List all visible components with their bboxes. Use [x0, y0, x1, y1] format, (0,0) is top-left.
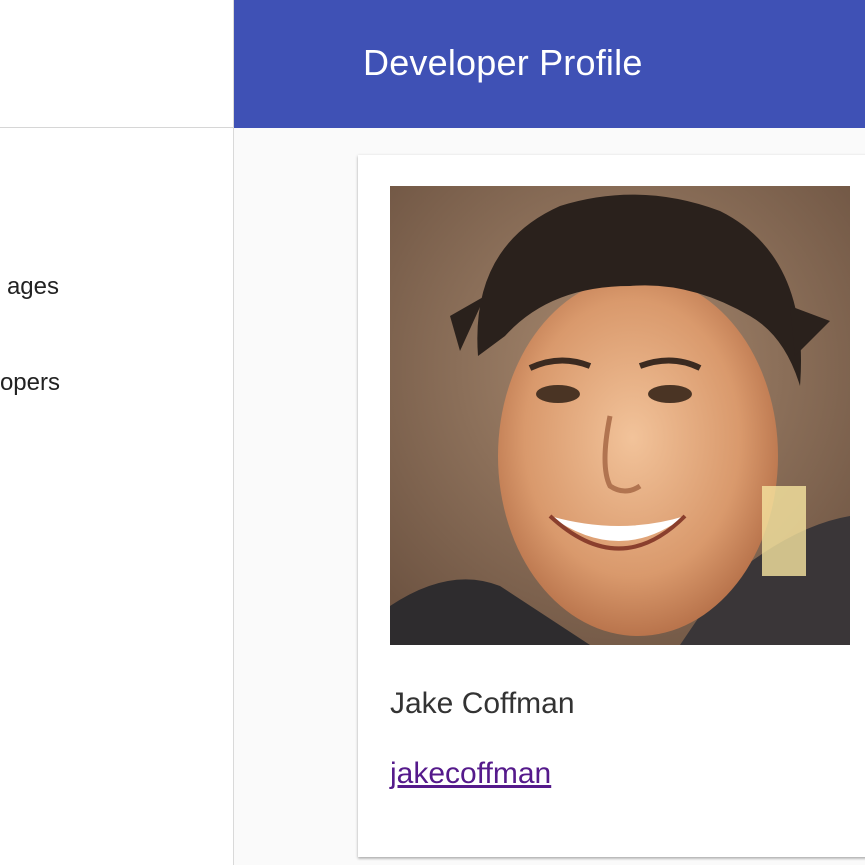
- sidebar: ages opers: [0, 0, 234, 865]
- sidebar-header: [0, 0, 233, 128]
- app-bar: Developer Profile: [234, 0, 865, 128]
- developer-username-link[interactable]: jakecoffman: [390, 757, 551, 791]
- page-title: Developer Profile: [363, 42, 643, 83]
- sidebar-item-pages[interactable]: ages: [7, 273, 59, 301]
- profile-card: Jake Coffman jakecoffman: [358, 155, 865, 857]
- developer-name: Jake Coffman: [390, 687, 575, 720]
- sidebar-item-developers[interactable]: opers: [0, 369, 60, 397]
- profile-photo: [390, 186, 850, 645]
- avatar: [390, 186, 850, 645]
